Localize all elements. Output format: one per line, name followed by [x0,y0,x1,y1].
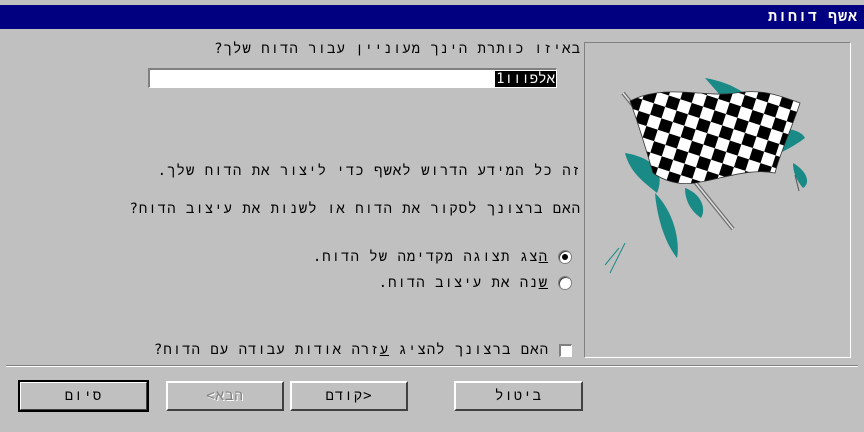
action-question-label: האם ברצונך לסקור את הדוח או לשנות את עיצ… [129,201,581,217]
info-text: זה כל המידע הדרוש לאשף כדי ליצור את הדוח… [157,163,581,179]
radio-dot [562,254,568,260]
radio-button-unselected[interactable] [558,276,572,290]
radio-modify-mnemonic: ש [538,274,548,291]
title-question-label: באיזו כותרת הינך מעוניין עבור הדוח שלך? [214,41,581,57]
finish-button[interactable]: סיום [18,380,149,412]
footer-divider [6,365,858,367]
help-checkbox-mnemonic: ע [379,341,390,358]
radio-preview-mnemonic: ה [538,248,548,265]
report-title-value: אלפווו1 [495,71,556,87]
radio-modify-label: נה את עיצוב הדוח. [378,274,539,291]
help-checkbox[interactable] [559,343,572,357]
help-checkbox-label-post: זרה אודות עבודה עם הדוח? [153,341,380,358]
radio-preview-label: צג תצוגה מקדימה של הדוח. [312,248,539,265]
cancel-button[interactable]: ביטול [454,381,583,411]
report-wizard-window: אשף דוחות באיזו כותרת הינך מעוניין עבור … [0,0,864,432]
wizard-picture-panel [584,42,851,358]
report-title-input[interactable]: אלפווו1 [148,68,557,88]
checkered-flag-icon [604,78,808,274]
next-button[interactable]: הבא> [166,381,284,411]
title-bar[interactable]: אשף דוחות [0,5,864,29]
back-button[interactable]: <קודם [290,381,408,411]
radio-button-selected[interactable] [558,250,572,264]
help-checkbox-row[interactable]: האם ברצונך להציג עזרה אודות עבודה עם הדו… [154,340,572,360]
window-title: אשף דוחות [767,7,858,25]
radio-modify-design[interactable]: שנה את עיצוב הדוח. [379,273,572,293]
help-checkbox-label-pre: האם ברצונך להציג [389,341,549,358]
radio-preview-report[interactable]: הצג תצוגה מקדימה של הדוח. [313,247,572,267]
